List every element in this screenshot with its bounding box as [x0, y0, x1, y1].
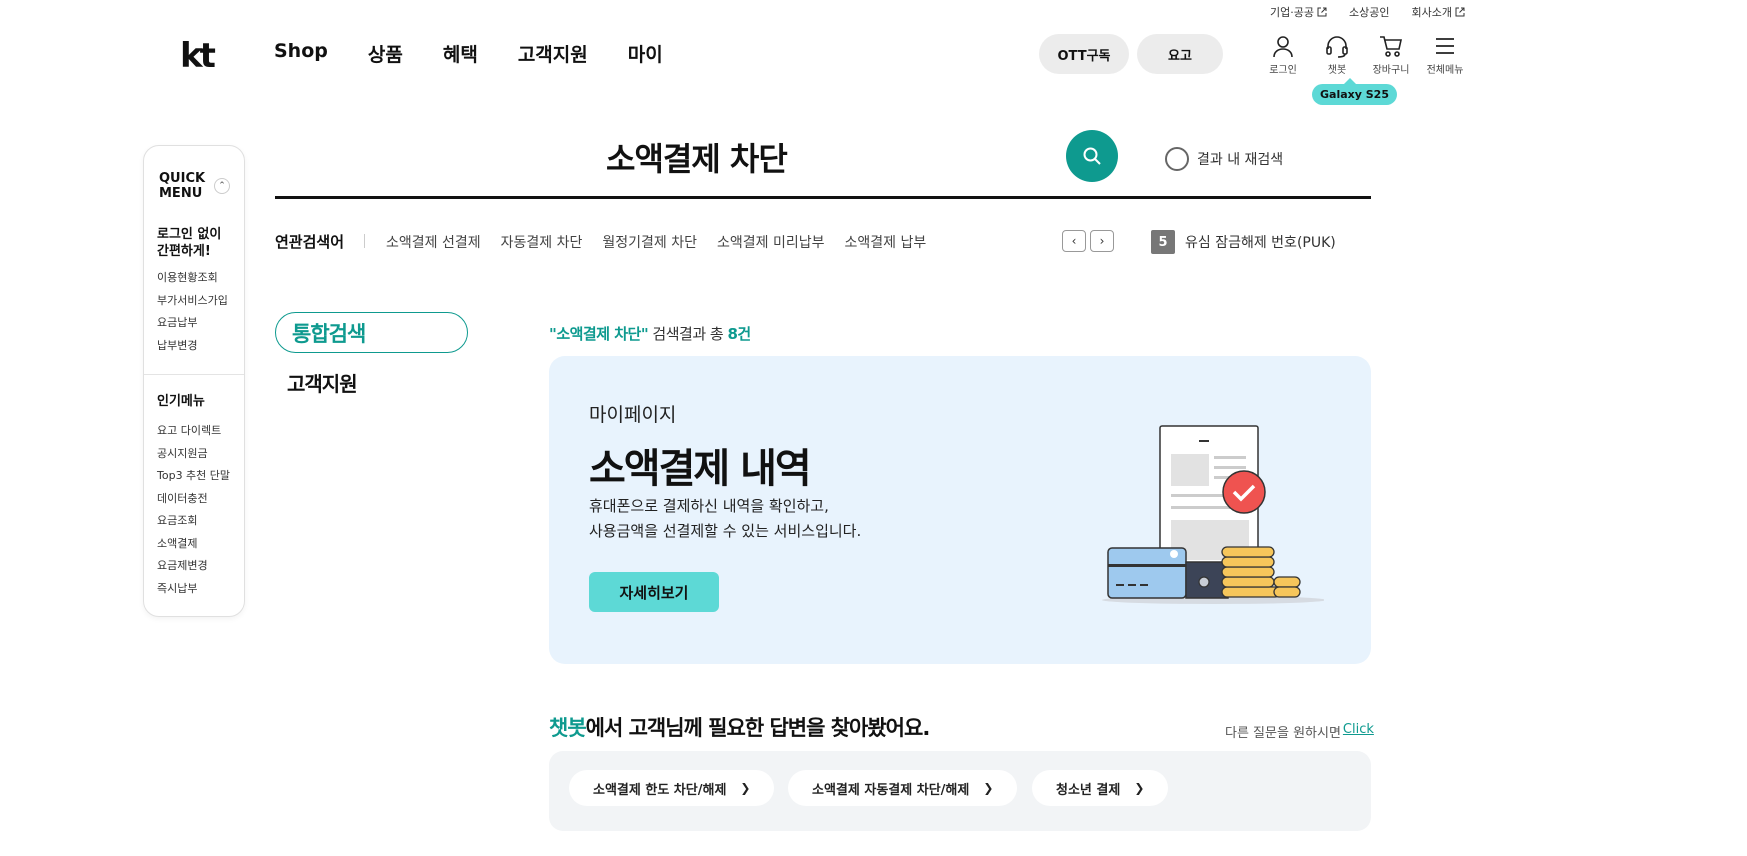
util-link-business[interactable]: 기업·공공	[1270, 4, 1327, 20]
external-link-icon	[1455, 7, 1465, 17]
util-link-small-business[interactable]: 소상공인	[1349, 4, 1389, 20]
utility-bar: 기업·공공 소상공인 회사소개	[1270, 4, 1465, 20]
chatbot-button[interactable]: 챗봇	[1310, 34, 1364, 76]
quick-login-list: 이용현황조회 부가서비스가입 요금납부 납부변경	[157, 267, 228, 357]
gnb-item-products[interactable]: 상품	[368, 40, 403, 67]
external-link-icon	[1317, 7, 1327, 17]
popular-rank-badge: 5	[1151, 230, 1175, 254]
util-link-company[interactable]: 회사소개	[1412, 4, 1465, 20]
chatbot-chip[interactable]: 청소년 결제 ❯	[1032, 770, 1169, 806]
galaxy-s25-badge[interactable]: Galaxy S25	[1312, 78, 1397, 105]
chevron-left-icon[interactable]: ‹	[1062, 230, 1086, 252]
quick-item-usage[interactable]: 이용현황조회	[157, 267, 228, 290]
card-description: 휴대폰으로 결제하신 내역을 확인하고, 사용금액을 선결제할 수 있는 서비스…	[589, 497, 862, 540]
view-details-button[interactable]: 자세히보기	[589, 572, 719, 612]
related-keywords-label: 연관검색어	[275, 233, 345, 251]
cart-button[interactable]: 장바구니	[1364, 34, 1418, 76]
quick-item-popular[interactable]: 요금제변경	[157, 555, 230, 578]
gnb-item-benefits[interactable]: 혜택	[443, 40, 478, 67]
ott-subscription-button[interactable]: OTT구독	[1039, 34, 1129, 74]
search-underline	[275, 196, 1371, 199]
result-count: 8건	[727, 325, 751, 343]
quick-menu-title: QUICK MENU	[159, 171, 206, 201]
yogo-button[interactable]: 요고	[1137, 34, 1223, 74]
search-button[interactable]	[1066, 130, 1118, 182]
quick-item-popular[interactable]: 소액결제	[157, 533, 230, 556]
gnb-item-shop[interactable]: Shop	[274, 40, 328, 67]
quick-item-popular[interactable]: 데이터충전	[157, 488, 230, 511]
tab-integrated-search[interactable]: 통합검색	[275, 312, 468, 353]
quick-item-popular[interactable]: 요고 다이렉트	[157, 420, 230, 443]
related-keyword[interactable]: 월정기결제 차단	[602, 232, 697, 252]
chatbot-chip[interactable]: 소액결제 한도 차단/해제 ❯	[569, 770, 775, 806]
popular-rank-keyword[interactable]: 유심 잠금해제 번호(PUK)	[1185, 232, 1336, 252]
re-search-radio[interactable]	[1165, 147, 1189, 171]
tab-customer-support[interactable]: 고객지원	[287, 368, 358, 397]
card-category: 마이페이지	[589, 404, 677, 426]
result-summary: "소액결제 차단" 검색결과 총 8건	[549, 323, 751, 344]
quick-item-popular[interactable]: Top3 추천 단말	[157, 465, 230, 488]
quick-login-title: 로그인 없이 간편하게!	[157, 227, 222, 259]
re-search-option[interactable]: 결과 내 재검색	[1165, 147, 1283, 171]
related-keyword[interactable]: 소액결제 미리납부	[717, 232, 825, 252]
quick-item-addon[interactable]: 부가서비스가입	[157, 290, 228, 313]
cart-icon	[1380, 36, 1402, 57]
related-keyword[interactable]: 소액결제 납부	[844, 232, 926, 252]
quick-divider	[144, 374, 244, 375]
chevron-up-icon[interactable]: ⌃	[214, 178, 230, 194]
quick-item-popular[interactable]: 공시지원금	[157, 443, 230, 466]
kt-logo[interactable]: kt	[180, 36, 216, 76]
related-keywords-list: 소액결제 선결제 자동결제 차단 월정기결제 차단 소액결제 미리납부 소액결제…	[386, 232, 926, 252]
result-query: "소액결제 차단"	[549, 325, 649, 343]
chevron-right-icon: ❯	[1134, 781, 1145, 795]
chatbot-click-link[interactable]: Click	[1343, 722, 1374, 741]
quick-item-pay-change[interactable]: 납부변경	[157, 335, 228, 358]
all-menu-button[interactable]: 전체메뉴	[1418, 34, 1472, 76]
result-summary-text: 검색결과 총	[648, 325, 728, 343]
related-divider	[364, 234, 365, 248]
chevron-right-icon: ❯	[740, 781, 751, 795]
gnb-item-support[interactable]: 고객지원	[518, 40, 588, 67]
quick-popular-list: 요고 다이렉트 공시지원금 Top3 추천 단말 데이터충전 요금조회 소액결제…	[157, 420, 230, 600]
chatbot-chip[interactable]: 소액결제 자동결제 차단/해제 ❯	[788, 770, 1018, 806]
quick-menu: QUICK MENU ⌃ 로그인 없이 간편하게! 이용현황조회 부가서비스가입…	[143, 145, 245, 617]
search-icon	[1083, 147, 1101, 165]
chevron-right-icon: ❯	[983, 781, 994, 795]
person-icon	[1273, 36, 1293, 58]
result-card: 마이페이지 소액결제 내역 휴대폰으로 결제하신 내역을 확인하고, 사용금액을…	[549, 356, 1371, 664]
menu-icon	[1436, 38, 1454, 54]
quick-item-pay-bill[interactable]: 요금납부	[157, 312, 228, 335]
headset-icon	[1326, 36, 1348, 58]
chatbot-heading: 챗봇에서 고객님께 필요한 답변을 찾아봤어요.	[549, 716, 930, 740]
related-keyword[interactable]: 자동결제 차단	[501, 232, 583, 252]
search-input[interactable]: 소액결제 차단	[606, 134, 788, 180]
related-keyword[interactable]: 소액결제 선결제	[386, 232, 481, 252]
quick-item-popular[interactable]: 요금조회	[157, 510, 230, 533]
quick-popular-title: 인기메뉴	[157, 394, 205, 409]
card-title: 소액결제 내역	[589, 446, 812, 492]
chatbot-more: 다른 질문을 원하시면 Click	[1225, 722, 1374, 741]
header-icon-bar: 로그인 챗봇 장바구니 전체메뉴	[1256, 34, 1472, 76]
login-button[interactable]: 로그인	[1256, 34, 1310, 76]
global-nav: Shop 상품 혜택 고객지원 마이	[274, 40, 663, 67]
chatbot-suggestions: 소액결제 한도 차단/해제 ❯ 소액결제 자동결제 차단/해제 ❯ 청소년 결제 ❯	[549, 751, 1371, 831]
gnb-item-my[interactable]: 마이	[628, 40, 663, 67]
payment-illustration	[1102, 425, 1324, 604]
chevron-right-icon[interactable]: ›	[1090, 230, 1114, 252]
quick-item-popular[interactable]: 즉시납부	[157, 578, 230, 601]
